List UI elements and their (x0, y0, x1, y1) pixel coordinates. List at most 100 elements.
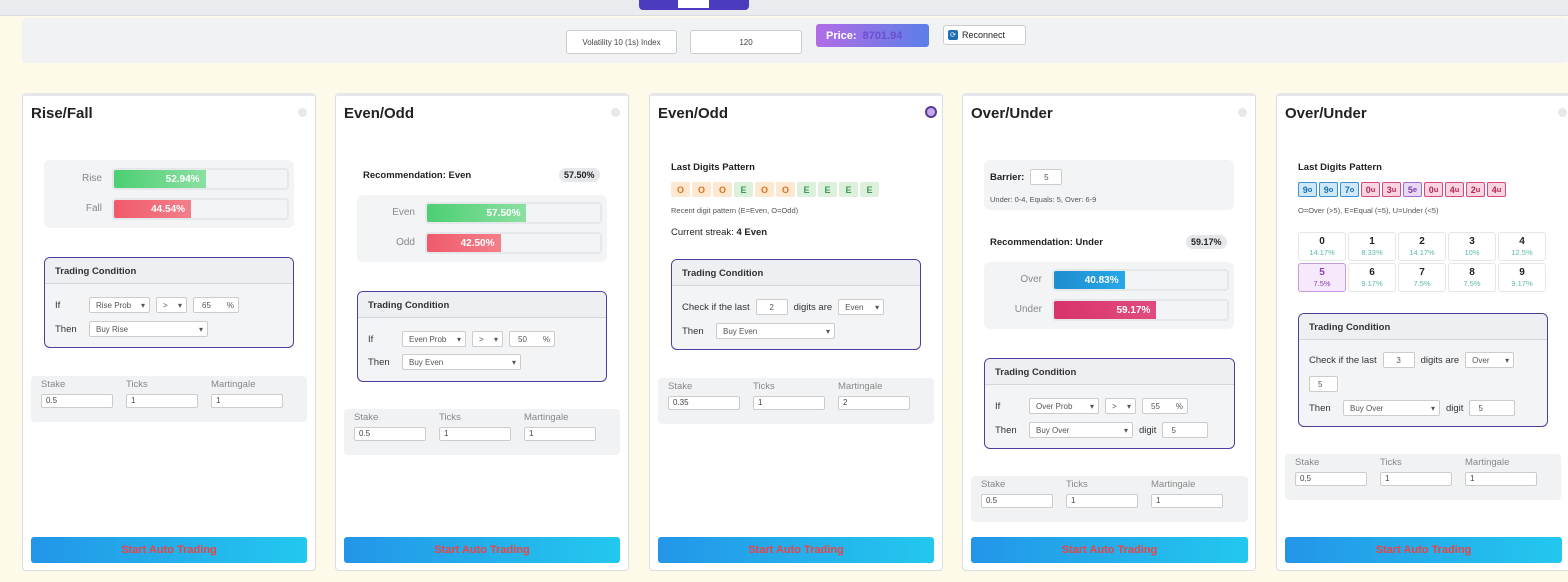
stake-label: Stake (668, 381, 693, 392)
digit-cell[interactable]: 1 8.33% (1348, 232, 1396, 261)
digit-frequency: 9.17% (1511, 279, 1533, 288)
recommendation-badge: 57.50% (559, 168, 600, 182)
stake-input[interactable]: 0.5 (981, 494, 1053, 508)
start-auto-trading-button[interactable]: Start Auto Trading (971, 537, 1248, 563)
threshold-input[interactable]: 55% (1142, 398, 1188, 414)
condition-select[interactable]: Over Prob (1029, 398, 1099, 414)
duration-input[interactable]: 120 (690, 30, 802, 54)
digit-count-input[interactable]: 2 (755, 299, 788, 315)
digit-value: 8 (1469, 267, 1475, 278)
chip-class: u (1433, 185, 1439, 194)
threshold-input[interactable]: 65% (193, 297, 239, 313)
chip-class: o (1328, 185, 1334, 194)
start-auto-trading-button[interactable]: Start Auto Trading (31, 537, 307, 563)
card-even-odd-pattern: Even/Odd Last Digits Pattern OOOEOOEEEE … (649, 93, 943, 571)
digit-input[interactable]: 5 (1162, 422, 1209, 438)
if-row: If Rise Prob > 65% (55, 297, 239, 313)
recommendation-text: Recommendation: Even (363, 170, 472, 181)
active-nav-tab[interactable] (639, 0, 749, 10)
ticks-label: Ticks (753, 381, 775, 392)
ticks-input[interactable]: 1 (439, 427, 511, 441)
pattern-chip: 3u (1382, 182, 1401, 197)
pattern-chip: E (818, 182, 837, 197)
digit-cell[interactable]: 0 14.17% (1298, 232, 1346, 261)
card-title: Even/Odd (658, 105, 729, 122)
condition-select[interactable]: Rise Prob (89, 297, 150, 313)
threshold-input[interactable]: 50% (509, 331, 555, 347)
check-row: Check if the last 2 digits are Even (682, 299, 885, 315)
stake-input[interactable]: 0.5 (41, 394, 113, 408)
start-auto-trading-button[interactable]: Start Auto Trading (658, 537, 934, 563)
pattern-chip: 9o (1319, 182, 1338, 197)
status-dot[interactable] (1238, 108, 1247, 117)
digit-pattern: OOOEOOEEEE (671, 182, 881, 197)
status-dot[interactable] (611, 108, 620, 117)
card-title: Even/Odd (344, 105, 415, 122)
martingale-input[interactable]: 1 (1465, 472, 1537, 486)
stake-input[interactable]: 0.35 (668, 396, 740, 410)
ticks-input[interactable]: 1 (1066, 494, 1138, 508)
operator-select[interactable]: > (472, 331, 503, 347)
symbol-select[interactable]: Volatility 10 (1s) Index (566, 30, 677, 54)
digit-count-input[interactable]: 3 (1382, 352, 1415, 368)
digit-cell[interactable]: 6 9.17% (1348, 263, 1396, 292)
price-value: 8701.94 (862, 29, 903, 42)
digit-value: 4 (1519, 236, 1525, 247)
card-rise-fall: Rise/Fall Rise 52.94% Fall 44.54% Tradin… (22, 93, 316, 571)
barrier-input[interactable]: 5 (1030, 169, 1063, 185)
ticks-input[interactable]: 1 (1380, 472, 1452, 486)
digit-cell[interactable]: 2 14.17% (1398, 232, 1446, 261)
digits-are-label: digits are (793, 301, 833, 313)
action-select[interactable]: Buy Rise (89, 321, 208, 337)
recommendation-badge: 59.17% (1186, 235, 1227, 249)
chip-class: u (1370, 185, 1376, 194)
stake-input[interactable]: 0.5 (1295, 472, 1367, 486)
digit-cell[interactable]: 8 7.5% (1448, 263, 1496, 292)
operator-select[interactable]: > (1105, 398, 1136, 414)
under-label: Under (1014, 304, 1042, 315)
action-select[interactable]: Buy Over (1343, 400, 1440, 416)
start-auto-trading-button[interactable]: Start Auto Trading (344, 537, 620, 563)
digit-frequency: 14.17% (1309, 248, 1335, 257)
then-row: Then Buy Rise (55, 321, 208, 337)
digit-cell[interactable]: 3 10% (1448, 232, 1496, 261)
extra-row: 5 (1309, 376, 1338, 392)
under-bar: 59.17% (1052, 299, 1229, 321)
pattern-chip: 4u (1487, 182, 1506, 197)
percent-sign: % (1175, 401, 1183, 411)
operator-select[interactable]: > (156, 297, 187, 313)
status-dot[interactable] (298, 108, 307, 117)
martingale-input[interactable]: 2 (838, 396, 910, 410)
digit-value: 5 (1319, 267, 1325, 278)
digit-frequency: 8.33% (1361, 248, 1383, 257)
status-dot[interactable] (1558, 108, 1567, 117)
action-select[interactable]: Buy Even (716, 323, 835, 339)
barrier-digit-input[interactable]: 5 (1309, 376, 1338, 392)
digit-cell[interactable]: 7 7.5% (1398, 263, 1446, 292)
digit-cell[interactable]: 4 12.5% (1498, 232, 1546, 261)
martingale-input[interactable]: 1 (524, 427, 596, 441)
action-select[interactable]: Buy Over (1029, 422, 1133, 438)
ticks-input[interactable]: 1 (753, 396, 825, 410)
ticks-input[interactable]: 1 (126, 394, 198, 408)
stake-input[interactable]: 0.5 (354, 427, 426, 441)
card-title: Over/Under (971, 105, 1053, 122)
digit-input[interactable]: 5 (1469, 400, 1516, 416)
martingale-input[interactable]: 1 (1151, 494, 1223, 508)
if-row: If Even Prob > 50% (368, 331, 555, 347)
martingale-input[interactable]: 1 (211, 394, 283, 408)
parity-select[interactable]: Even (838, 299, 885, 315)
chip-class: u (1496, 185, 1502, 194)
digit-cell[interactable]: 5 7.5% (1298, 263, 1346, 292)
reconnect-button[interactable]: ⟳ Reconnect (943, 25, 1026, 45)
direction-select[interactable]: Over (1465, 352, 1515, 368)
then-label: Then (1309, 402, 1331, 414)
card-even-odd: Even/Odd Recommendation: Even 57.50% Eve… (335, 93, 629, 571)
digits-are-label: digits are (1420, 354, 1460, 366)
digit-cell[interactable]: 9 9.17% (1498, 263, 1546, 292)
action-select[interactable]: Buy Even (402, 354, 521, 370)
barrier-row: Barrier: 5 (990, 169, 1063, 185)
active-status-dot[interactable] (925, 106, 937, 118)
condition-select[interactable]: Even Prob (402, 331, 466, 347)
start-auto-trading-button[interactable]: Start Auto Trading (1285, 537, 1562, 563)
